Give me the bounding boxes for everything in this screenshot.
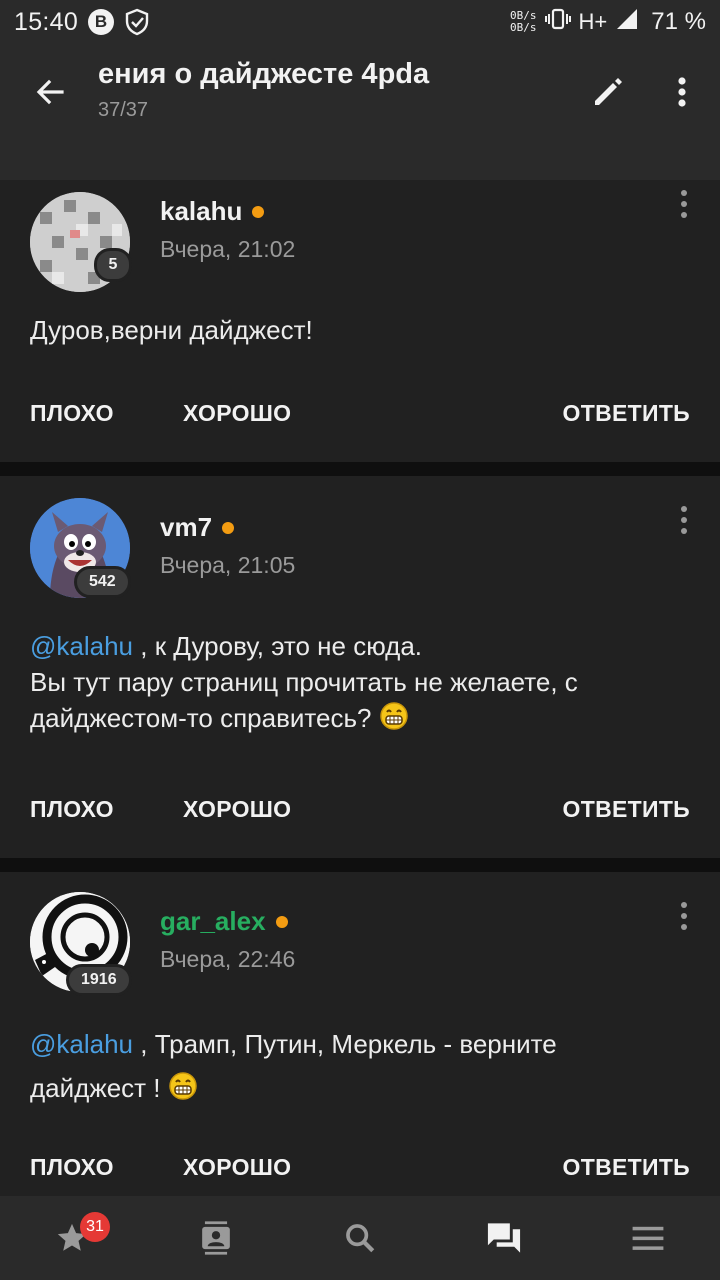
network-type: H+ — [578, 9, 608, 34]
online-status-dot — [222, 521, 235, 534]
reply-button[interactable]: ОТВЕТИТЬ — [563, 796, 690, 823]
grin-smiley-icon — [168, 1070, 198, 1100]
bitcoin-icon: B — [88, 9, 115, 35]
online-status-dot — [252, 205, 265, 218]
shield-check-icon — [124, 8, 150, 36]
post-date: Вчера, 22:46 — [160, 946, 296, 972]
favorites-badge: 31 — [80, 1212, 110, 1242]
page-title: ения о дайджесте 4pda — [98, 58, 430, 90]
author-name-text: gar_alex — [160, 906, 266, 936]
author-name[interactable]: vm7 — [160, 512, 235, 543]
post-date: Вчера, 21:05 — [160, 552, 296, 578]
post-card: 1916 gar_alex Вчера, 22:46 @kalahu , Тра… — [0, 872, 720, 1196]
bad-button[interactable]: ПЛОХО — [30, 1154, 114, 1181]
net-down: 0B/s — [510, 21, 537, 34]
back-arrow-icon[interactable] — [28, 70, 72, 114]
post-menu-icon[interactable] — [672, 898, 696, 934]
post-body: Дуров,верни дайджест! — [30, 312, 690, 348]
reply-button[interactable]: ОТВЕТИТЬ — [563, 400, 690, 427]
post-text: , к Дурову, это не сюда. — [140, 631, 423, 661]
user-mention-link[interactable]: @kalahu — [30, 631, 133, 661]
status-bar: 15:40 B 0B/s 0B/s H+ 71 % — [0, 0, 720, 44]
forum-chat-icon[interactable] — [432, 1196, 576, 1280]
battery-level: 71 % — [651, 8, 706, 35]
bad-button[interactable]: ПЛОХО — [30, 796, 114, 823]
post-body: @kalahu , Трамп, Путин, Меркель - вернит… — [30, 1022, 690, 1110]
topic-title-block: ения о дайджесте 4pda 37/37 — [98, 58, 568, 122]
app-bar: ения о дайджесте 4pda 37/37 — [0, 44, 720, 180]
edit-pencil-icon[interactable] — [588, 72, 628, 112]
menu-icon[interactable] — [576, 1196, 720, 1280]
bad-button[interactable]: ПЛОХО — [30, 400, 114, 427]
good-button[interactable]: ХОРОШО — [183, 1154, 291, 1181]
post-card: 5 kalahu Вчера, 21:02 Дуров,верни дайдже… — [0, 180, 720, 462]
bottom-nav: 31 — [0, 1196, 720, 1280]
vibrate-icon — [544, 7, 571, 38]
author-name-text: kalahu — [160, 196, 243, 226]
post-text: , Трамп, Путин, Меркель - верните — [140, 1029, 557, 1059]
author-name-text: vm7 — [160, 512, 213, 542]
more-vert-icon[interactable] — [662, 72, 702, 112]
post-body: @kalahu , к Дурову, это не сюда. Вы тут … — [30, 628, 690, 736]
reputation-badge: 5 — [94, 248, 132, 282]
reputation-badge: 542 — [74, 566, 131, 598]
post-menu-icon[interactable] — [672, 186, 696, 222]
search-icon[interactable] — [288, 1196, 432, 1280]
post-text: дайджест ! — [30, 1073, 161, 1103]
author-name[interactable]: gar_alex — [160, 906, 288, 937]
reply-button[interactable]: ОТВЕТИТЬ — [563, 1154, 690, 1181]
post-text: дайджестом-то справитесь? — [30, 703, 372, 733]
post-date: Вчера, 21:02 — [160, 236, 296, 262]
post-text: Дуров,верни дайджест! — [30, 315, 313, 345]
signal-icon — [615, 7, 639, 38]
contacts-icon[interactable] — [144, 1196, 288, 1280]
page-counter: 37/37 — [98, 99, 149, 121]
good-button[interactable]: ХОРОШО — [183, 796, 291, 823]
post-actions: ПЛОХО ХОРОШО ОТВЕТИТЬ — [0, 1154, 720, 1196]
post-text: Вы тут пару страниц прочитать не желаете… — [30, 667, 578, 697]
posts-feed[interactable]: 5 kalahu Вчера, 21:02 Дуров,верни дайдже… — [0, 180, 720, 1196]
reputation-badge: 1916 — [66, 964, 132, 996]
post-menu-icon[interactable] — [672, 502, 696, 538]
user-mention-link[interactable]: @kalahu — [30, 1029, 133, 1059]
online-status-dot — [275, 915, 288, 928]
favorites-star-icon[interactable]: 31 — [0, 1196, 144, 1280]
status-time: 15:40 — [14, 7, 79, 36]
good-button[interactable]: ХОРОШО — [183, 400, 291, 427]
post-actions: ПЛОХО ХОРОШО ОТВЕТИТЬ — [0, 400, 720, 450]
post-card: 542 vm7 Вчера, 21:05 @kalahu , к Дурову,… — [0, 476, 720, 858]
post-actions: ПЛОХО ХОРОШО ОТВЕТИТЬ — [0, 796, 720, 846]
author-name[interactable]: kalahu — [160, 196, 265, 227]
grin-smiley-icon — [379, 701, 409, 731]
net-speed: 0B/s 0B/s — [510, 10, 537, 34]
